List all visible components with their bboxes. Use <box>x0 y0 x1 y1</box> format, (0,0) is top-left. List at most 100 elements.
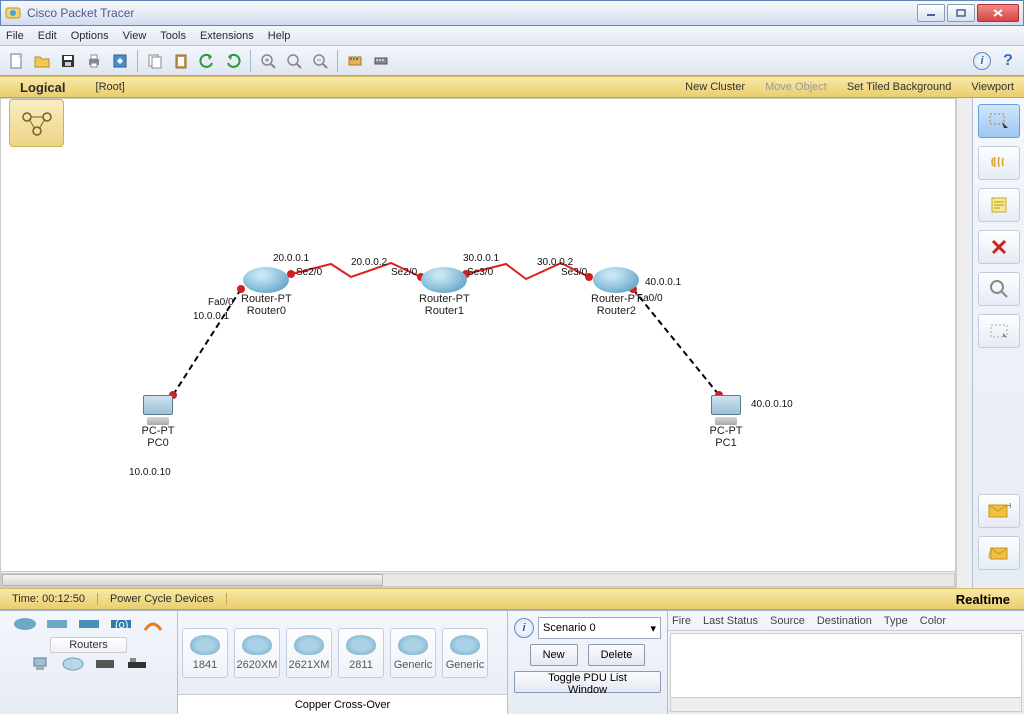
minimize-button[interactable] <box>917 4 945 22</box>
paste-icon[interactable] <box>169 49 193 73</box>
pdu-col-type[interactable]: Type <box>884 615 908 627</box>
select-tool-icon[interactable] <box>978 104 1020 138</box>
ip-label: 40.0.0.1 <box>645 277 681 288</box>
zoom-in-icon[interactable] <box>256 49 280 73</box>
realtime-label[interactable]: Realtime <box>942 592 1024 607</box>
device-name-label: Router2 <box>597 305 636 317</box>
toggle-pdu-list-button[interactable]: Toggle PDU List Window <box>514 671 661 693</box>
zoom-reset-icon[interactable] <box>282 49 306 73</box>
ip-label: 20.0.0.2 <box>351 257 387 268</box>
zoom-out-icon[interactable] <box>308 49 332 73</box>
pdu-col-fire[interactable]: Fire <box>672 615 691 627</box>
bottom-panel: (o) Routers 1841 2620XM 2621XM 2811 Gene… <box>0 610 1024 714</box>
menu-tools[interactable]: Tools <box>160 30 186 42</box>
device-router0[interactable]: Router-PT Router0 <box>241 267 292 317</box>
note-tool-icon[interactable] <box>978 188 1020 222</box>
add-complex-pdu-icon[interactable] <box>978 536 1020 570</box>
category-connections-icon[interactable] <box>140 615 166 633</box>
main-toolbar: i ? <box>0 46 1024 76</box>
undo-icon[interactable] <box>195 49 219 73</box>
device-item[interactable]: Generic <box>442 628 488 678</box>
svg-text:+: + <box>1007 503 1011 512</box>
new-file-icon[interactable] <box>4 49 28 73</box>
delete-tool-icon[interactable] <box>978 230 1020 264</box>
add-simple-pdu-icon[interactable]: + <box>978 494 1020 528</box>
scenario-info-icon[interactable]: i <box>514 618 534 638</box>
device-router1[interactable]: Router-PT Router1 <box>419 267 470 317</box>
interface-label: Fa0/0 <box>637 293 663 304</box>
connection-type-label: Copper Cross-Over <box>178 694 507 714</box>
time-display: Time: 00:12:50 <box>0 593 98 605</box>
menu-edit[interactable]: Edit <box>38 30 57 42</box>
window-titlebar: Cisco Packet Tracer <box>0 0 1024 26</box>
menu-options[interactable]: Options <box>71 30 109 42</box>
device-pc1[interactable]: PC-PT PC1 <box>707 395 745 449</box>
info-icon[interactable]: i <box>970 49 994 73</box>
device-item[interactable]: Generic <box>390 628 436 678</box>
menu-view[interactable]: View <box>123 30 147 42</box>
category-multiuser-icon[interactable] <box>124 655 150 673</box>
pdu-list-body[interactable] <box>670 633 1022 712</box>
device-item[interactable]: 2621XM <box>286 628 332 678</box>
open-file-icon[interactable] <box>30 49 54 73</box>
interface-label: Se3/0 <box>561 267 587 278</box>
root-breadcrumb[interactable]: [Root] <box>86 81 135 93</box>
device-router2[interactable]: Router-PT Router2 <box>591 267 642 317</box>
pdu-col-last-status[interactable]: Last Status <box>703 615 758 627</box>
category-wan-icon[interactable] <box>60 655 86 673</box>
svg-text:(o): (o) <box>115 619 128 631</box>
power-cycle-button[interactable]: Power Cycle Devices <box>98 593 227 605</box>
new-cluster-button[interactable]: New Cluster <box>675 81 755 93</box>
category-wireless-icon[interactable]: (o) <box>108 615 134 633</box>
copy-icon[interactable] <box>143 49 167 73</box>
pdu-col-destination[interactable]: Destination <box>817 615 872 627</box>
category-custom-icon[interactable] <box>92 655 118 673</box>
custom-device-icon[interactable] <box>369 49 393 73</box>
device-pc0[interactable]: PC-PT PC0 <box>139 395 177 449</box>
category-enddevices-icon[interactable] <box>28 655 54 673</box>
device-item[interactable]: 2620XM <box>234 628 280 678</box>
time-bar: Time: 00:12:50 Power Cycle Devices Realt… <box>0 588 1024 610</box>
menu-file[interactable]: File <box>6 30 24 42</box>
window-title: Cisco Packet Tracer <box>27 6 917 20</box>
help-icon[interactable]: ? <box>996 49 1020 73</box>
category-switches-icon[interactable] <box>44 615 70 633</box>
resize-tool-icon[interactable] <box>978 314 1020 348</box>
move-tool-icon[interactable] <box>978 146 1020 180</box>
ip-label: 10.0.0.1 <box>193 311 229 322</box>
scenario-select[interactable]: Scenario 0 ▾ <box>538 617 661 639</box>
device-list-panel: 1841 2620XM 2621XM 2811 Generic Generic … <box>178 611 508 714</box>
delete-scenario-button[interactable]: Delete <box>588 644 646 666</box>
device-name-label: Router1 <box>425 305 464 317</box>
save-icon[interactable] <box>56 49 80 73</box>
redo-icon[interactable] <box>221 49 245 73</box>
logical-label[interactable]: Logical <box>0 80 86 95</box>
set-background-button[interactable]: Set Tiled Background <box>837 81 962 93</box>
menu-help[interactable]: Help <box>268 30 291 42</box>
print-icon[interactable] <box>82 49 106 73</box>
close-button[interactable] <box>977 4 1019 22</box>
category-hubs-icon[interactable] <box>76 615 102 633</box>
palette-icon[interactable] <box>343 49 367 73</box>
canvas-horizontal-scrollbar[interactable] <box>1 571 955 587</box>
ip-label: 40.0.0.10 <box>751 399 793 410</box>
wizard-icon[interactable] <box>108 49 132 73</box>
scenario-panel: i Scenario 0 ▾ New Delete Toggle PDU Lis… <box>508 611 668 714</box>
device-type-label: Router-PT <box>241 293 292 305</box>
maximize-button[interactable] <box>947 4 975 22</box>
category-routers-icon[interactable] <box>12 615 38 633</box>
viewport-button[interactable]: Viewport <box>961 81 1024 93</box>
pdu-col-source[interactable]: Source <box>770 615 805 627</box>
device-item[interactable]: 1841 <box>182 628 228 678</box>
topology-canvas[interactable]: Router-PT Router0 Router-PT Router1 Rout… <box>0 98 956 588</box>
inspect-tool-icon[interactable] <box>978 272 1020 306</box>
device-item[interactable]: 2811 <box>338 628 384 678</box>
menu-extensions[interactable]: Extensions <box>200 30 254 42</box>
pdu-list-panel: Fire Last Status Source Destination Type… <box>668 611 1024 714</box>
device-type-label: PC-PT <box>710 425 743 437</box>
logical-physical-toggle[interactable] <box>9 99 64 147</box>
new-scenario-button[interactable]: New <box>530 644 578 666</box>
pdu-horizontal-scrollbar[interactable] <box>671 697 1021 711</box>
pdu-col-color[interactable]: Color <box>920 615 946 627</box>
canvas-vertical-scrollbar[interactable] <box>956 98 972 588</box>
